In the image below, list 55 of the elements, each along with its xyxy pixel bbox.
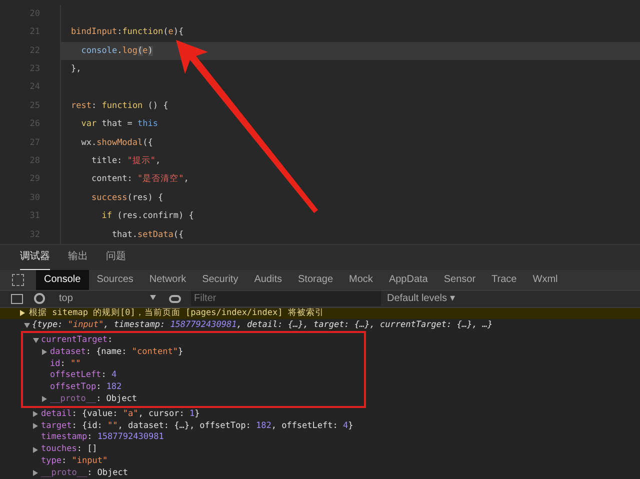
code-line: success(res) {: [90, 192, 164, 204]
code-line: bindInput:function(e){: [71, 26, 184, 39]
code-line: that.setData({: [110, 228, 184, 242]
console-text: touches: []: [41, 443, 98, 456]
panel-tab[interactable]: 输出: [68, 248, 88, 270]
context-select[interactable]: top: [59, 291, 159, 306]
code-line: },: [71, 62, 82, 76]
collapsed-triangle-icon[interactable]: [20, 310, 25, 316]
devtools-tab[interactable]: Audits: [246, 270, 290, 290]
levels-dropdown[interactable]: Default levels ▾: [387, 291, 455, 306]
collapsed-triangle-icon[interactable]: [42, 396, 47, 402]
devtools-tab[interactable]: Security: [194, 270, 246, 290]
collapsed-triangle-icon[interactable]: [33, 470, 38, 476]
code-line: content: "是否清空",: [90, 173, 189, 186]
console-text: target: {id: "", dataset: {…}, offsetTop: 182, offsetLeft: 4}: [41, 420, 354, 432]
eye-icon[interactable]: [169, 294, 181, 303]
warning-message: 根据 sitemap 的规则[0]，当前页面 [pages/index/index] 将被索引: [29, 308, 324, 319]
filter-field[interactable]: Filter: [191, 291, 381, 306]
expanded-triangle-icon[interactable]: [24, 323, 30, 328]
console-text: {type: "input", timestamp: 1587792430981, detail: {…}, target: {…}, currentTarget: {…}, …}: [32, 319, 493, 332]
devtools-tab[interactable]: AppData: [380, 270, 436, 290]
devtools-tab[interactable]: Sources: [88, 270, 142, 290]
devtools-tab[interactable]: Network: [141, 270, 194, 290]
devtools-tab[interactable]: Sensor: [436, 270, 484, 290]
expanded-triangle-icon[interactable]: [33, 338, 39, 343]
collapsed-triangle-icon[interactable]: [42, 349, 47, 356]
code-line: if (res.confirm) {: [100, 210, 194, 223]
panel-tab[interactable]: 问题: [106, 248, 126, 270]
console-text: type: "input": [41, 454, 108, 468]
dropdown-caret-icon: [150, 295, 156, 300]
devtools-tab[interactable]: Console: [36, 270, 89, 290]
code-line: wx.showModal({: [80, 136, 153, 150]
sidebar-toggle-icon[interactable]: [11, 294, 23, 304]
console-text: id: "": [50, 358, 81, 370]
console-text: detail: {value: "a", cursor: 1}: [41, 408, 200, 421]
console-text: offsetLeft: 4: [50, 369, 117, 382]
code-line: title: "提示",: [90, 154, 161, 168]
inspect-icon[interactable]: [12, 274, 24, 286]
collapsed-triangle-icon[interactable]: [33, 422, 38, 429]
console-text: __proto__: Object: [41, 466, 128, 479]
console-text: dataset: {name: "content"}: [50, 346, 184, 359]
devtools-tab[interactable]: Trace: [484, 270, 525, 290]
devtools-tab[interactable]: Mock: [341, 270, 381, 290]
console-text: offsetTop: 182: [50, 381, 122, 394]
collapsed-triangle-icon[interactable]: [33, 411, 38, 418]
console-text: currentTarget:: [41, 334, 113, 347]
devtools-tab[interactable]: Storage: [290, 270, 342, 290]
code-line: rest: function () {: [71, 100, 168, 113]
console-text: timestamp: 1587792430981: [41, 431, 164, 444]
collapsed-triangle-icon[interactable]: [33, 446, 38, 453]
devtools-tab[interactable]: Wxml: [524, 270, 566, 290]
console-text: __proto__: Object: [50, 392, 138, 406]
clear-console-icon[interactable]: [34, 293, 45, 304]
code-line: var that = this: [80, 118, 158, 131]
code-line: console.log(e): [80, 44, 153, 58]
